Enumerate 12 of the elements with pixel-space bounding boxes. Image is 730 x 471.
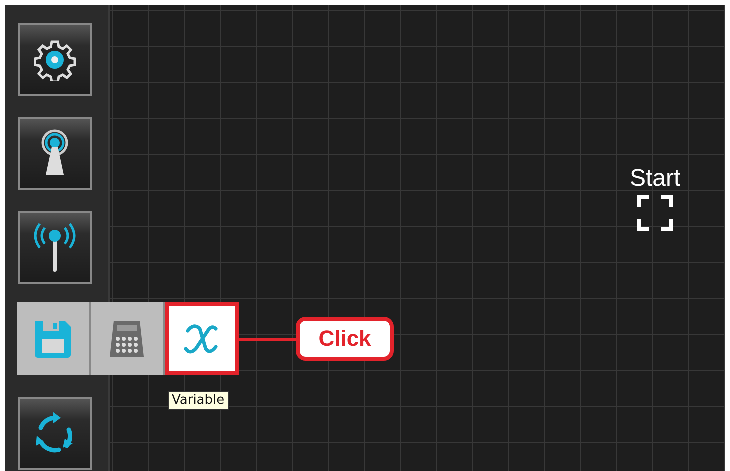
- start-node-label: Start: [630, 167, 681, 191]
- palette-button[interactable]: [91, 302, 165, 375]
- toolbox-button[interactable]: [18, 397, 92, 470]
- antenna-icon: [32, 222, 78, 274]
- toolbox-button[interactable]: [18, 211, 92, 284]
- gear-icon: [34, 38, 76, 80]
- callout-label: Click: [296, 317, 394, 361]
- start-node-icon[interactable]: [637, 195, 674, 231]
- palette-button[interactable]: [165, 302, 239, 375]
- toolbox-button[interactable]: [18, 23, 92, 96]
- toolbox-button[interactable]: [18, 117, 92, 190]
- tooltip: Variable: [168, 391, 229, 410]
